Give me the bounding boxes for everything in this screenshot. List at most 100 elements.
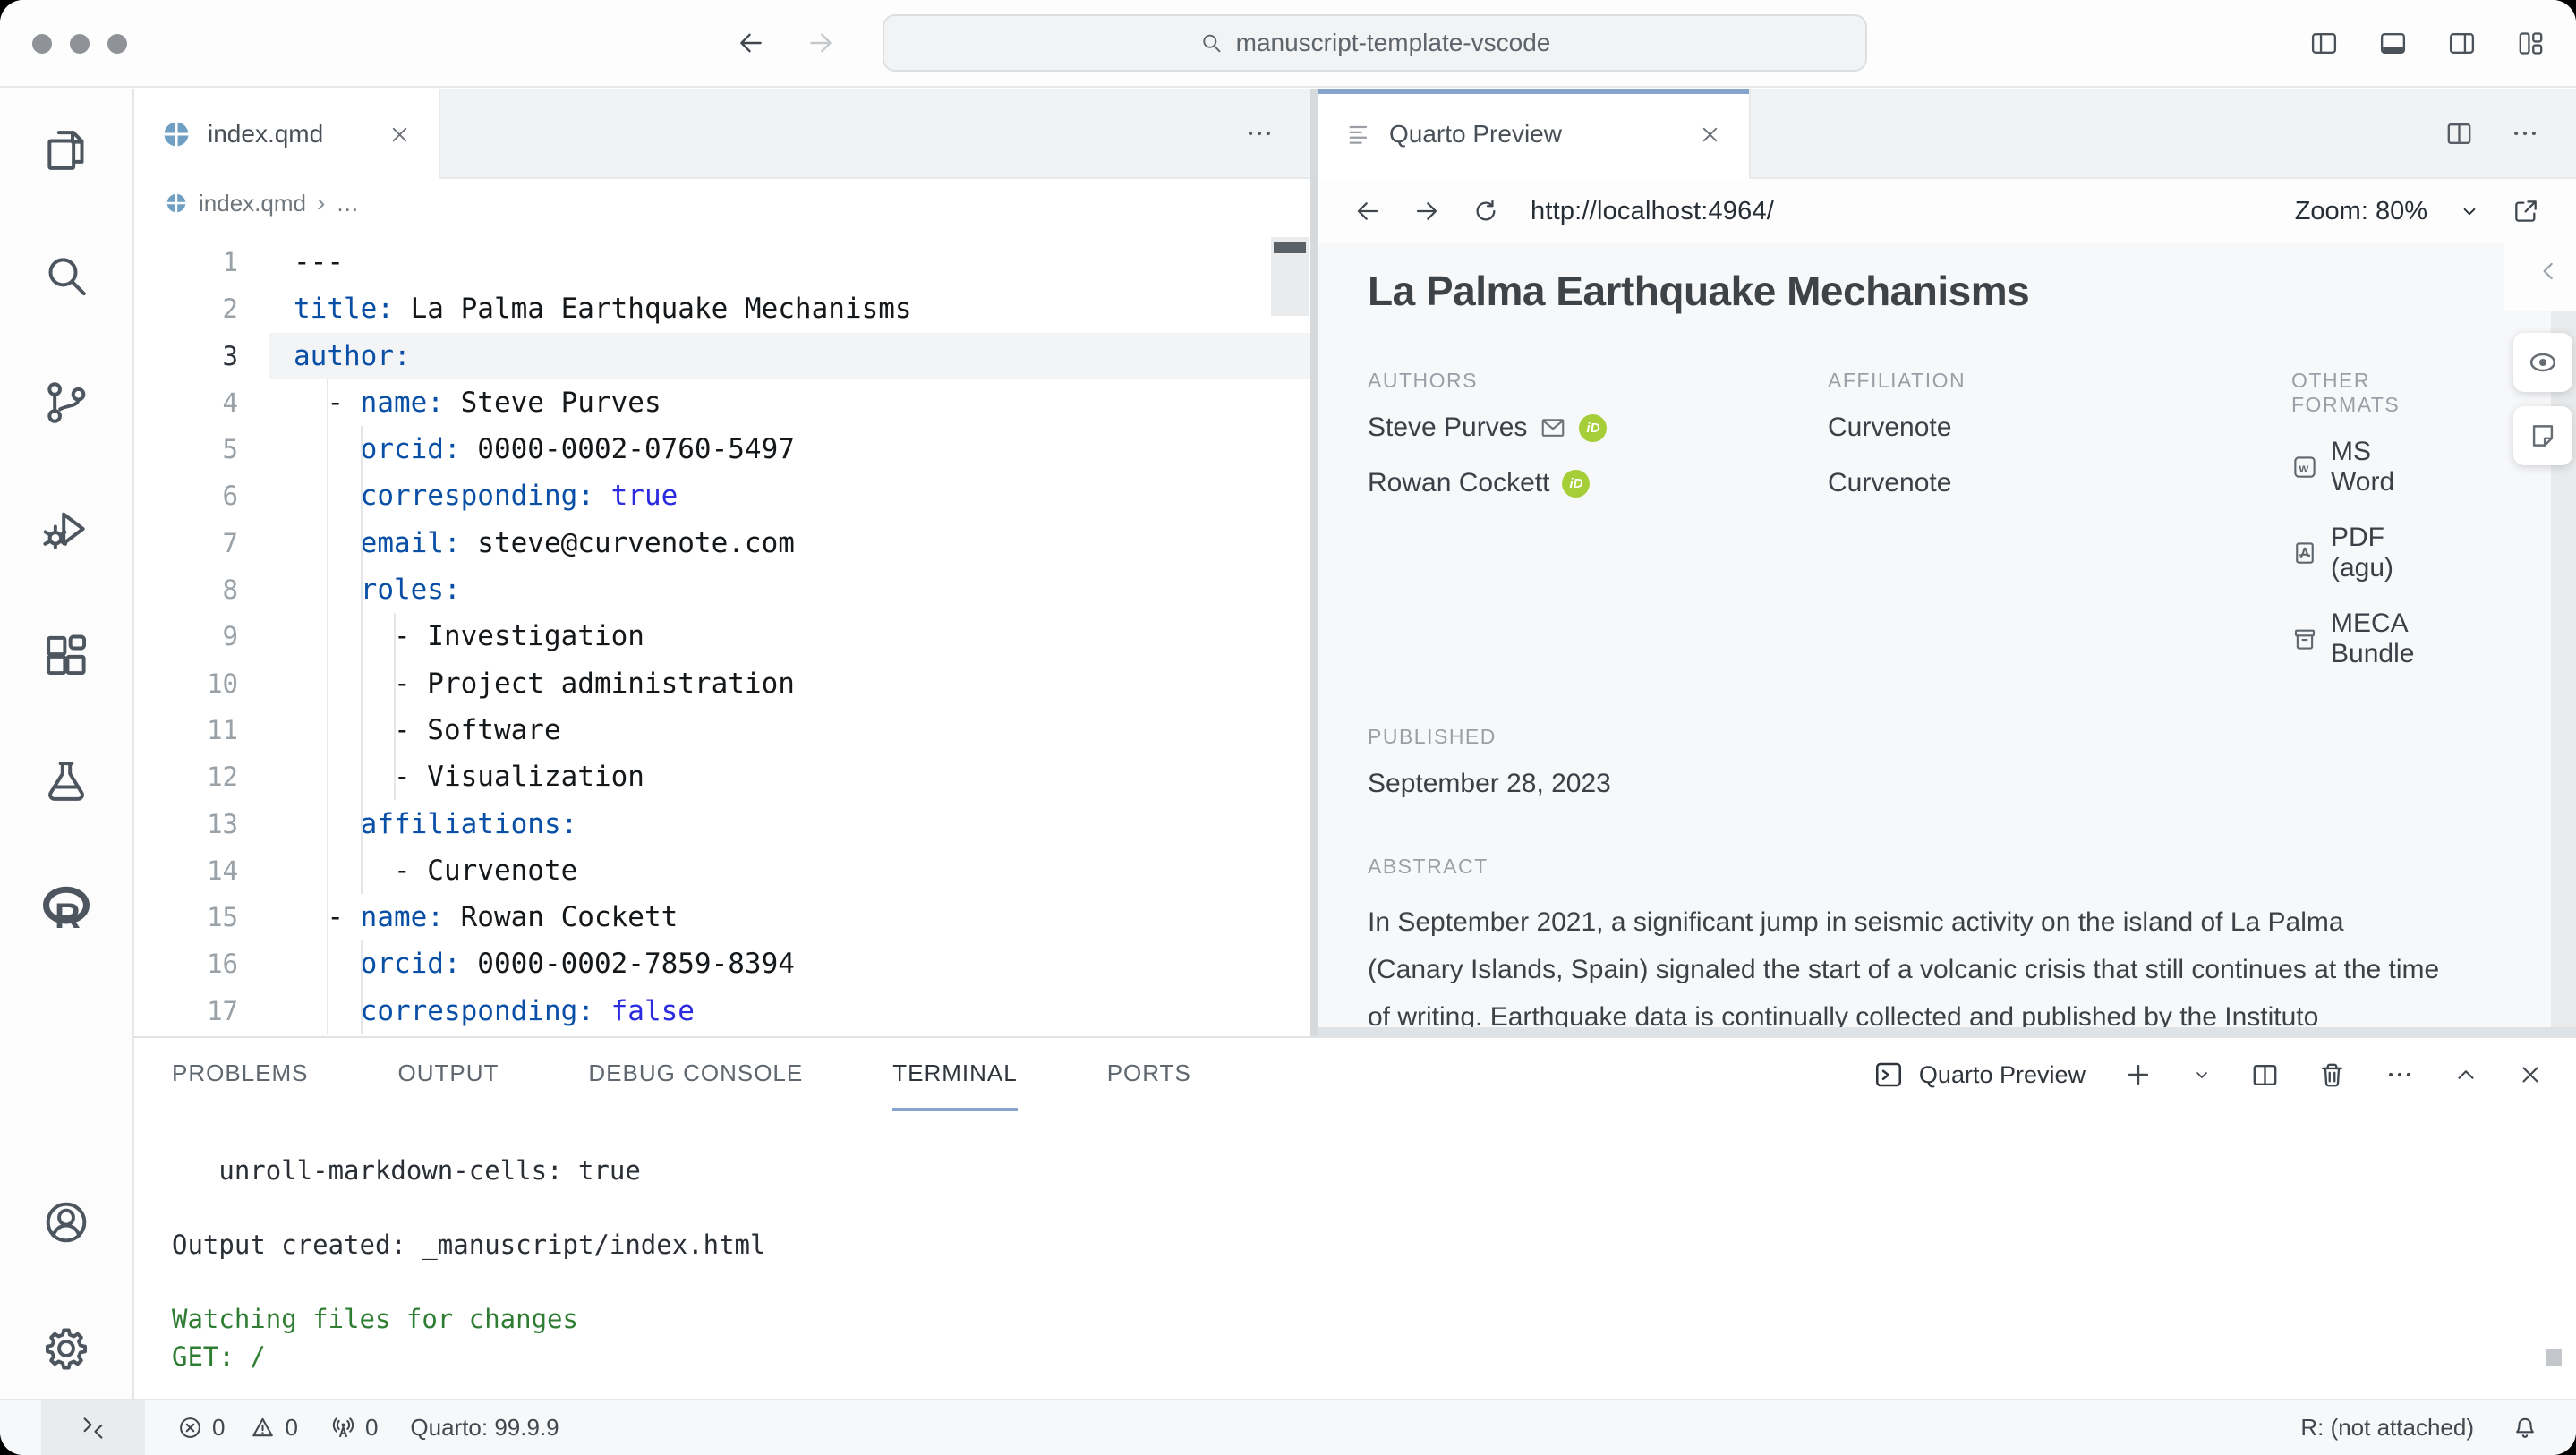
orcid-icon[interactable]: iD — [1579, 414, 1607, 442]
maximize-panel-chevron-up-icon[interactable] — [2452, 1061, 2479, 1088]
code-line[interactable]: - name: Steve Purves — [269, 379, 1310, 426]
quarto-version-status[interactable]: Quarto: 99.9.9 — [410, 1414, 559, 1442]
code-line[interactable]: corresponding: true — [269, 472, 1310, 519]
editor-scrollbar[interactable] — [1271, 237, 1309, 316]
toggle-sidebar-icon[interactable] — [2309, 29, 2339, 58]
code-line[interactable]: title: La Palma Earthquake Mechanisms — [269, 285, 1310, 332]
reload-icon[interactable] — [1471, 197, 1500, 225]
remote-indicator[interactable] — [41, 1400, 145, 1455]
code-line[interactable]: corresponding: false — [269, 988, 1310, 1034]
collapse-chevron-left-icon[interactable] — [2535, 258, 2562, 285]
note-page-button[interactable] — [2513, 406, 2572, 465]
terminal-line: GET: / — [172, 1339, 2576, 1376]
scrollbar-thumb[interactable] — [1274, 242, 1306, 253]
zoom-level[interactable]: Zoom: 80% — [2295, 197, 2427, 226]
more-actions-icon[interactable] — [1244, 118, 1275, 149]
close-window-button[interactable] — [32, 34, 52, 54]
terminal-scrollbar[interactable] — [2546, 1349, 2562, 1366]
editor-actions — [1244, 89, 1310, 177]
zoom-window-button[interactable] — [107, 34, 127, 54]
split-terminal-icon[interactable] — [2250, 1060, 2280, 1090]
authors-column: AUTHORS Steve Purves iD Rowan Cockett — [1368, 369, 1828, 669]
forward-arrow-icon[interactable] — [806, 28, 836, 58]
author-row: Rowan Cockett iD — [1368, 468, 1828, 498]
r-session-status[interactable]: R: (not attached) — [2300, 1414, 2474, 1442]
kill-terminal-trash-icon[interactable] — [2317, 1060, 2347, 1090]
panel-more-actions-icon[interactable] — [2384, 1059, 2415, 1090]
code-line[interactable]: roles: — [269, 566, 1310, 613]
command-center-search[interactable]: manuscript-template-vscode — [883, 14, 1867, 72]
customize-layout-icon[interactable] — [2516, 29, 2546, 58]
ports-status[interactable]: 0 — [330, 1414, 378, 1442]
format-link[interactable]: PDF (agu) — [2291, 523, 2442, 583]
extensions-icon[interactable] — [41, 630, 91, 680]
tab-problems[interactable]: PROBLEMS — [172, 1038, 309, 1111]
tab-quarto-preview[interactable]: Quarto Preview — [1318, 89, 1751, 179]
code-line[interactable]: - Visualization — [269, 753, 1310, 800]
preview-url[interactable]: http://localhost:4964/ — [1531, 197, 1774, 226]
breadcrumb-more[interactable]: … — [336, 190, 359, 217]
run-debug-icon[interactable] — [41, 504, 91, 554]
terminal-line — [172, 1264, 2576, 1302]
orcid-icon[interactable]: iD — [1562, 470, 1590, 498]
code-content[interactable]: ---title: La Palma Earthquake Mechanisms… — [269, 227, 1310, 1036]
open-external-icon[interactable] — [2512, 197, 2540, 225]
code-line[interactable]: email: steve@curvenote.com — [269, 520, 1310, 566]
toggle-panel-icon[interactable] — [2378, 29, 2408, 58]
visibility-eye-button[interactable] — [2513, 333, 2572, 392]
code-line[interactable]: - Curvenote — [269, 847, 1310, 894]
search-sidebar-icon[interactable] — [41, 251, 91, 302]
terminal-dropdown-chevron-icon[interactable] — [2191, 1064, 2213, 1085]
code-line[interactable]: orcid: 0000-0002-0760-5497 — [269, 426, 1310, 472]
published-date: September 28, 2023 — [1368, 769, 2442, 799]
meca-archive-icon — [2291, 625, 2318, 652]
back-arrow-icon[interactable] — [736, 28, 766, 58]
preview-back-icon[interactable] — [1353, 197, 1382, 225]
terminal-instance-label: Quarto Preview — [1919, 1061, 2086, 1089]
code-line[interactable]: author: — [269, 333, 1310, 379]
close-tab-icon[interactable] — [1698, 123, 1722, 147]
new-terminal-icon[interactable] — [2123, 1059, 2154, 1090]
chevron-down-icon[interactable] — [2458, 200, 2481, 223]
code-line[interactable]: orcid: 0000-0002-7859-8394 — [269, 940, 1310, 987]
code-line[interactable]: - Project administration — [269, 660, 1310, 707]
preview-bottom-scrollbar[interactable] — [1318, 1027, 2576, 1036]
close-panel-icon[interactable] — [2517, 1061, 2544, 1088]
toggle-secondary-sidebar-icon[interactable] — [2447, 29, 2477, 58]
published-block: PUBLISHED September 28, 2023 — [1368, 725, 2442, 799]
close-tab-icon[interactable] — [388, 123, 412, 147]
terminal-instance[interactable]: Quarto Preview — [1872, 1059, 2086, 1091]
tab-output[interactable]: OUTPUT — [398, 1038, 499, 1111]
settings-gear-icon[interactable] — [41, 1323, 91, 1374]
terminal-line: unroll-markdown-cells: true — [172, 1153, 2576, 1190]
problems-status[interactable]: 0 0 — [177, 1414, 298, 1442]
author-name: Steve Purves — [1368, 413, 1527, 443]
line-number: 13 — [134, 801, 269, 847]
code-line[interactable]: affiliations: — [269, 801, 1310, 847]
tab-index-qmd[interactable]: index.qmd — [134, 89, 440, 179]
format-link[interactable]: w MS Word — [2291, 437, 2442, 498]
editor-split-divider[interactable] — [1310, 89, 1318, 1036]
more-actions-icon[interactable] — [2510, 118, 2540, 149]
explorer-files-icon[interactable] — [41, 125, 91, 175]
breadcrumb-file[interactable]: index.qmd — [199, 190, 306, 217]
format-link[interactable]: MECA Bundle — [2291, 608, 2442, 669]
tab-terminal[interactable]: TERMINAL — [892, 1038, 1017, 1111]
tab-ports[interactable]: PORTS — [1107, 1038, 1191, 1111]
preview-forward-icon[interactable] — [1412, 197, 1441, 225]
split-editor-icon[interactable] — [2444, 119, 2474, 149]
account-icon[interactable] — [41, 1197, 91, 1247]
code-line[interactable]: - name: Rowan Cockett — [269, 894, 1310, 940]
notifications-bell-icon[interactable] — [2512, 1415, 2538, 1442]
code-line[interactable]: - Software — [269, 707, 1310, 753]
email-icon[interactable] — [1540, 414, 1566, 441]
tab-debug-console[interactable]: DEBUG CONSOLE — [588, 1038, 803, 1111]
minimize-window-button[interactable] — [70, 34, 90, 54]
code-line[interactable]: - Investigation — [269, 613, 1310, 659]
code-line[interactable]: --- — [269, 239, 1310, 285]
source-control-icon[interactable] — [41, 378, 91, 428]
titlebar: manuscript-template-vscode — [0, 0, 2576, 88]
testing-beaker-icon[interactable] — [41, 756, 91, 806]
terminal-output[interactable]: unroll-markdown-cells: true Output creat… — [134, 1111, 2576, 1399]
r-language-icon[interactable]: R — [40, 882, 92, 934]
